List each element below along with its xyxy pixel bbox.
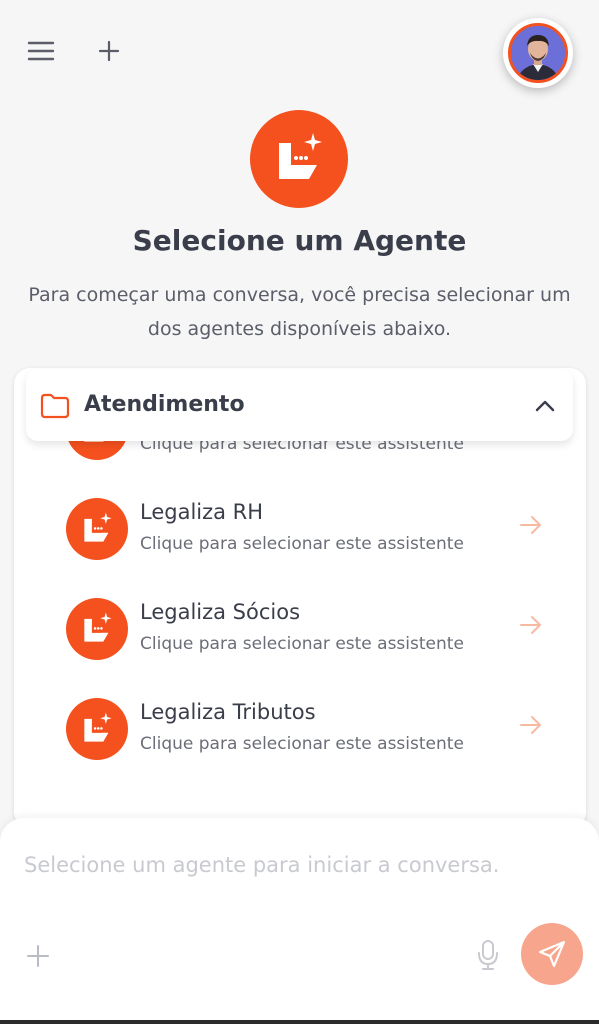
chevron-up-icon[interactable] [532,395,558,417]
send-button[interactable] [521,923,583,985]
agent-item-legaliza-rh[interactable]: Legaliza RH Clique para selecionar este … [14,498,586,578]
bottom-edge [0,1020,599,1024]
arrow-right-icon[interactable] [518,612,544,638]
agent-item-legaliza-tributos[interactable]: Legaliza Tributos Clique para selecionar… [14,698,586,778]
page-subtitle: Para começar uma conversa, você precisa … [14,278,585,346]
agent-description: Clique para selecionar este assistente [140,634,464,654]
agent-description: Clique para selecionar este assistente [140,534,464,554]
agent-logo-icon [66,598,128,660]
arrow-right-icon[interactable] [518,712,544,738]
agent-description: Clique para selecionar este assistente [140,734,464,754]
message-composer [0,818,599,1024]
subtitle-line: Para começar uma conversa, você precisa … [28,284,571,306]
attach-plus-icon[interactable] [24,942,52,970]
agent-name: Legaliza Sócios [140,600,301,624]
agent-name: Legaliza RH [140,500,264,524]
group-header-atendimento[interactable]: Atendimento [26,369,573,441]
message-input[interactable] [24,850,574,880]
subtitle-line: dos agentes disponíveis abaixo. [147,318,452,340]
folder-icon [40,393,70,419]
top-bar [0,0,599,100]
agent-name: Legaliza Tributos [140,700,316,724]
send-icon [538,940,566,968]
agent-logo-icon [66,698,128,760]
microphone-icon[interactable] [474,938,502,972]
page-title: Selecione um Agente [132,224,467,257]
hamburger-menu-icon[interactable] [26,36,56,66]
agent-item-legaliza-socios[interactable]: Legaliza Sócios Clique para selecionar e… [14,598,586,678]
user-avatar[interactable] [503,18,573,88]
agent-logo-icon [250,110,348,208]
agent-logo-icon [66,498,128,560]
arrow-right-icon[interactable] [518,512,544,538]
new-chat-plus-icon[interactable] [94,36,124,66]
group-label: Atendimento [84,392,245,417]
